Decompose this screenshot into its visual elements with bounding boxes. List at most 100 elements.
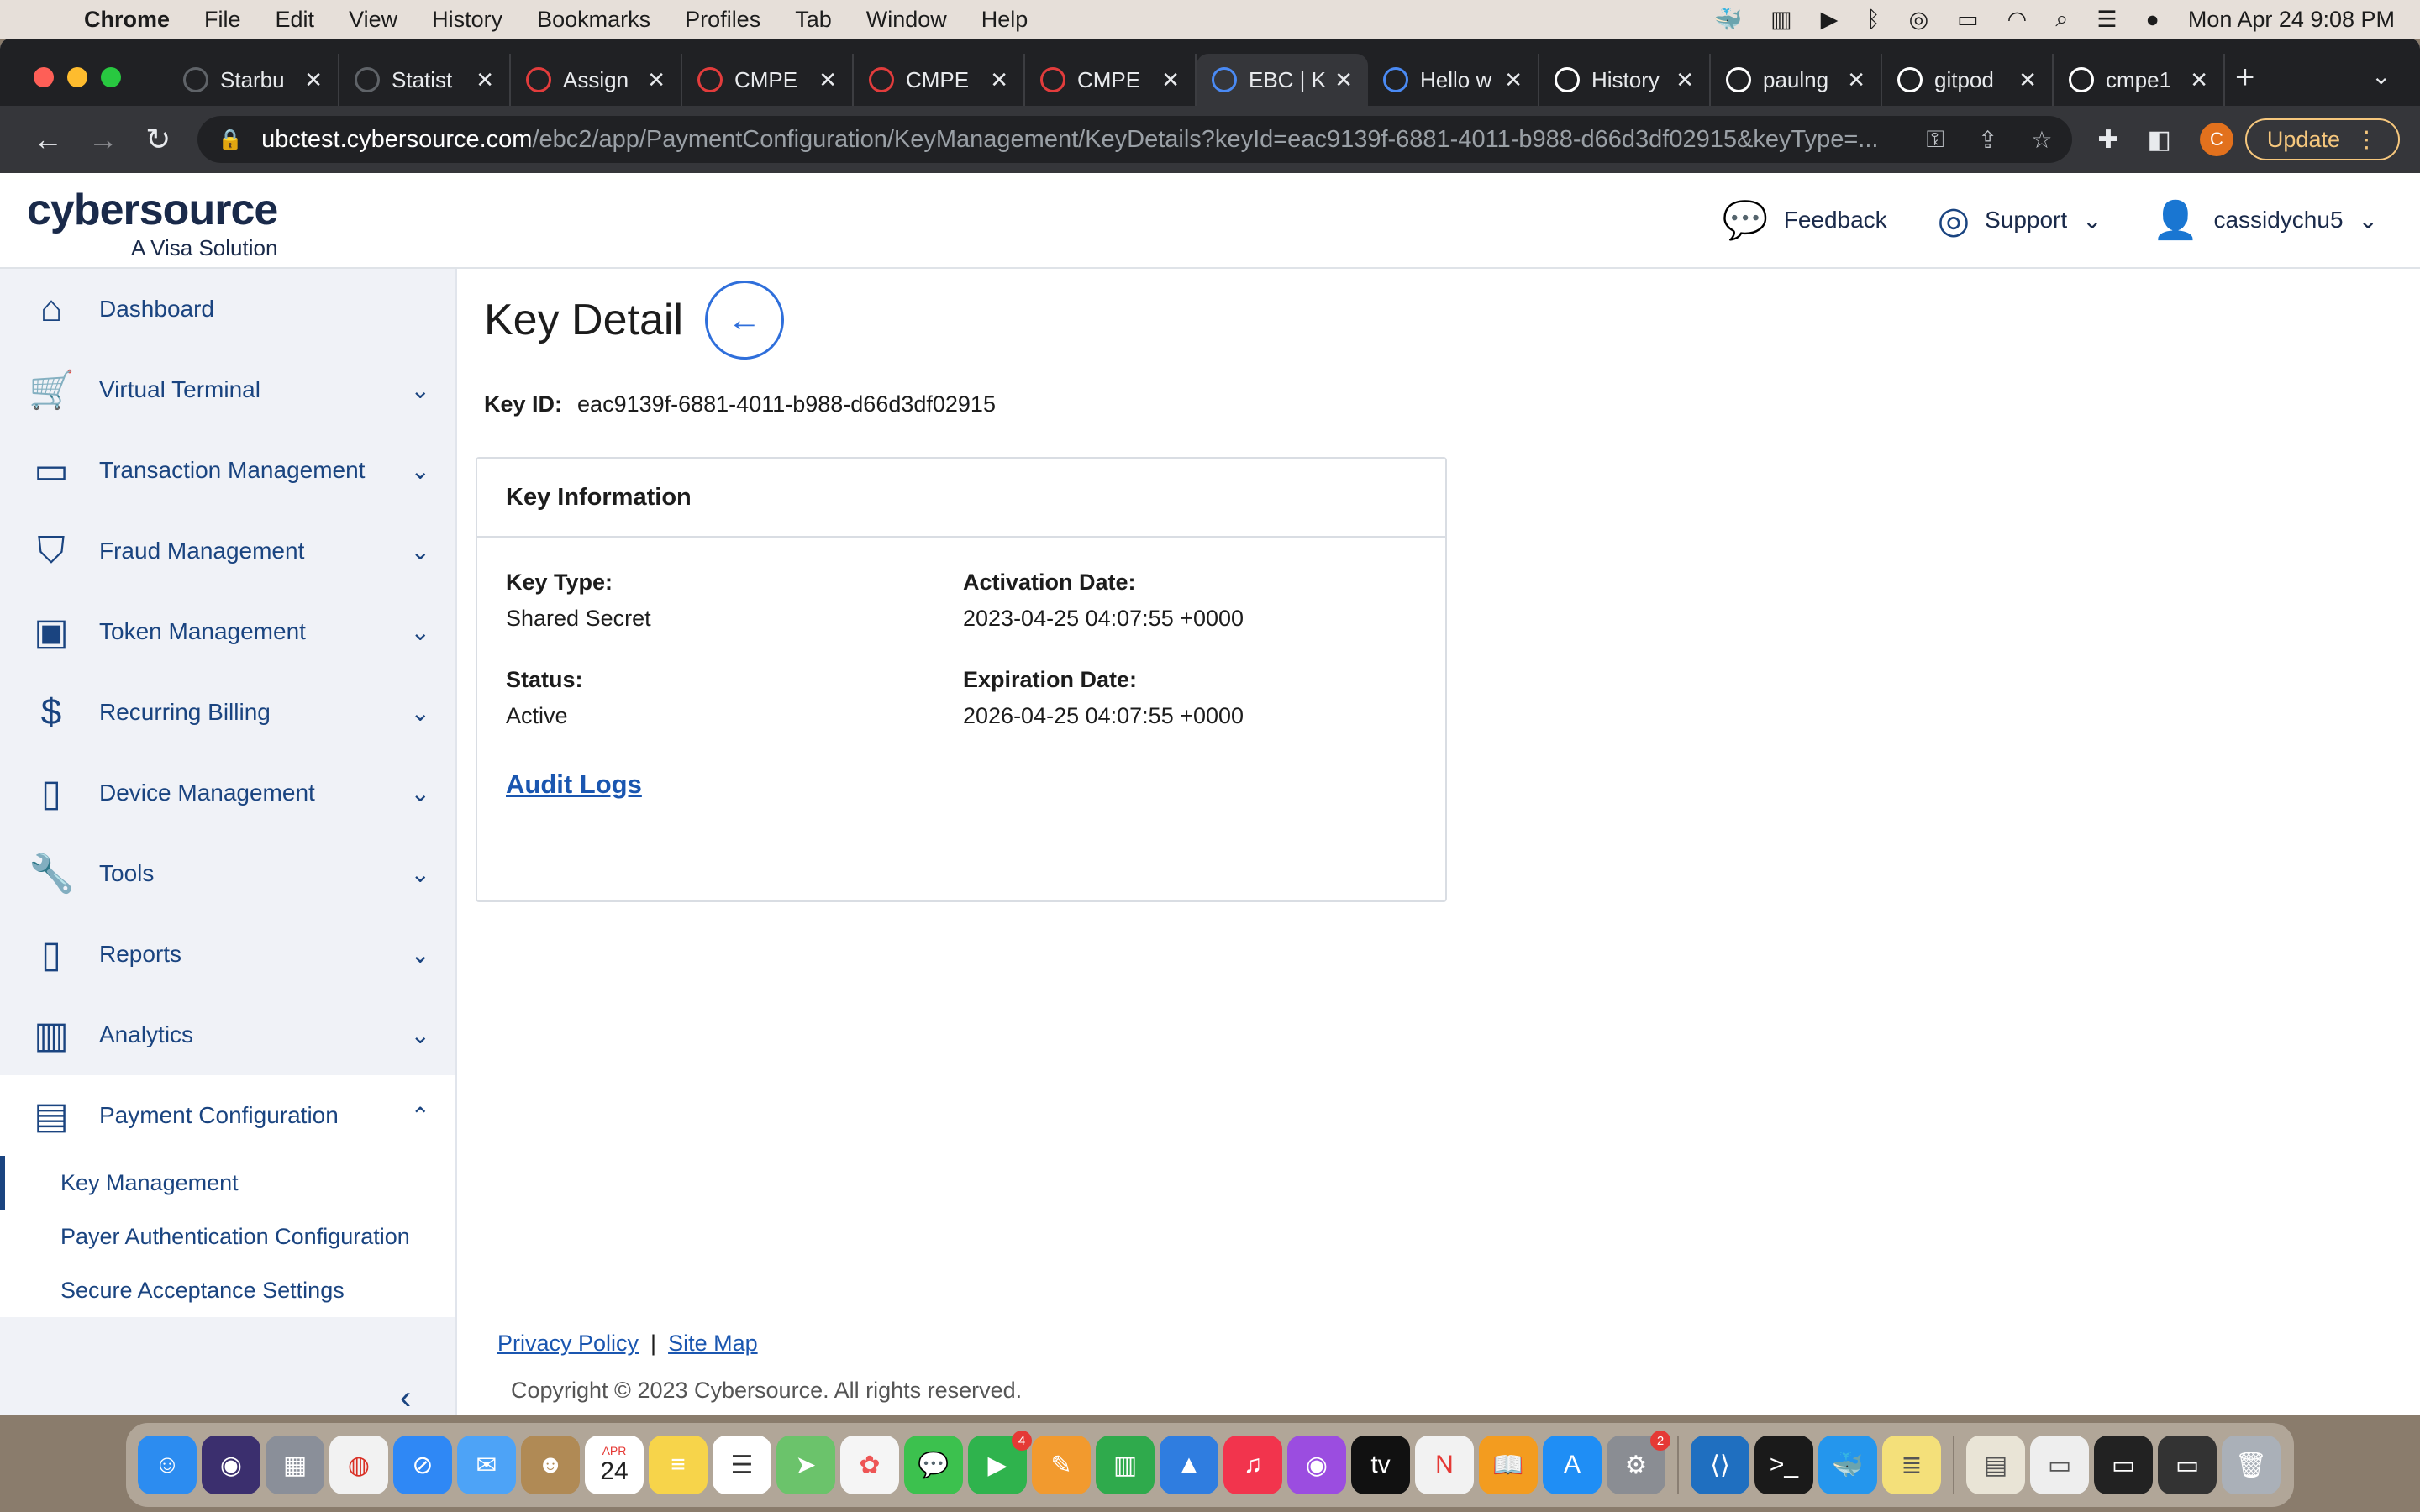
photos-icon[interactable]: ✿ [840,1436,899,1494]
back-arrow-icon[interactable]: ← [20,122,76,157]
battery-icon[interactable]: ▭ [1957,7,1979,33]
browser-tab[interactable]: Hello w ✕ [1368,54,1539,106]
menubar-clock[interactable]: Mon Apr 24 9:08 PM [2188,7,2395,33]
siri-dock-icon[interactable]: ◉ [202,1436,260,1494]
minimize-window-button[interactable] [67,67,87,87]
close-tab-icon[interactable]: ✕ [1334,67,1353,93]
browser-tab[interactable]: gitpod ✕ [1882,54,2054,106]
docker-dock-icon[interactable]: 🐳 [1818,1436,1877,1494]
stickies-icon[interactable]: ≣ [1882,1436,1941,1494]
terminal-icon[interactable]: >_ [1754,1436,1813,1494]
apple-tv-icon[interactable]: tv [1351,1436,1410,1494]
docker-status-icon[interactable]: 🐳 [1713,6,1742,33]
sidebar-item-token-management[interactable]: ▣ Token Management ⌄ [0,591,455,672]
browser-tab[interactable]: paulng ✕ [1711,54,1882,106]
sidebar-item-fraud-management[interactable]: ⛉ Fraud Management ⌄ [0,511,455,591]
sidebar-item-recurring-billing[interactable]: $ Recurring Billing ⌄ [0,672,455,753]
close-tab-icon[interactable]: ✕ [647,67,666,93]
sidebar-item-payment-configuration[interactable]: ▤ Payment Configuration ⌃ [0,1075,455,1156]
reload-icon[interactable]: ↻ [130,122,186,157]
maps-icon[interactable]: ➤ [776,1436,835,1494]
back-button[interactable]: ← [705,281,784,360]
close-tab-icon[interactable]: ✕ [1847,67,1865,93]
close-tab-icon[interactable]: ✕ [2190,67,2208,93]
finder-icon[interactable]: ☺ [138,1436,197,1494]
numbers-icon[interactable]: ▥ [1096,1436,1155,1494]
safari-icon[interactable]: ⊘ [393,1436,452,1494]
browser-tab[interactable]: EBC | K ✕ [1197,54,1368,106]
new-tab-button[interactable]: + [2235,59,2254,97]
menu-file[interactable]: File [204,7,241,33]
subnav-payer-authentication[interactable]: Payer Authentication Configuration [0,1210,455,1263]
chrome-dock-icon[interactable]: ◍ [329,1436,388,1494]
browser-tab[interactable]: cmpe1 ✕ [2054,54,2225,106]
close-tab-icon[interactable]: ✕ [990,67,1008,93]
pages-icon[interactable]: ✎ [1032,1436,1091,1494]
menu-edit[interactable]: Edit [276,7,315,33]
collapse-sidebar-chevron-icon[interactable]: ‹ [400,1379,411,1415]
siri-icon[interactable]: ● [2146,7,2160,33]
mail-icon[interactable]: ✉ [457,1436,516,1494]
forward-arrow-icon[interactable]: → [76,122,131,157]
trash-icon[interactable]: 🗑 [2222,1436,2281,1494]
update-button[interactable]: Update ⋮ [2244,118,2400,160]
user-menu[interactable]: 👤 cassidychu5 ⌄ [2153,198,2378,242]
sidebar-item-device-management[interactable]: ▯ Device Management ⌄ [0,753,455,833]
reminders-icon[interactable]: ☰ [713,1436,771,1494]
contacts-icon[interactable]: ☻ [521,1436,580,1494]
cybersource-logo[interactable]: cybersource A Visa Solution [27,185,278,260]
podcasts-icon[interactable]: ◉ [1287,1436,1346,1494]
sidebar-item-transaction-management[interactable]: ▭ Transaction Management ⌄ [0,430,455,511]
lock-icon[interactable]: 🔒 [218,128,243,152]
app-store-icon[interactable]: A [1543,1436,1602,1494]
sidebar-item-reports[interactable]: ▯ Reports ⌄ [0,914,455,995]
launchpad-icon[interactable]: ▦ [266,1436,324,1494]
side-panel-icon[interactable]: ◧ [2148,125,2171,155]
recent-window-icon[interactable]: ▭ [2158,1436,2217,1494]
profile-avatar[interactable]: C [2199,123,2233,156]
key-icon[interactable]: ⚿ [1927,126,1944,154]
recent-window-icon[interactable]: ▭ [2030,1436,2089,1494]
browser-tab[interactable]: History ✕ [1539,54,1711,106]
share-icon[interactable]: ⇪ [1978,126,1997,154]
sidebar-item-virtual-terminal[interactable]: 🛒 Virtual Terminal ⌄ [0,349,455,430]
extensions-puzzle-icon[interactable]: ✚ [2097,125,2118,155]
subnav-key-management[interactable]: Key Management [0,1156,455,1210]
bookmark-star-icon[interactable]: ☆ [2031,126,2052,154]
sidebar-item-analytics[interactable]: ▥ Analytics ⌄ [0,995,455,1075]
facetime-icon[interactable]: ▶ 4 [968,1431,1032,1494]
airdrop-icon[interactable]: ◎ [1909,7,1929,33]
address-bar[interactable]: 🔒 ubctest.cybersource.com /ebc2/app/Paym… [197,116,2073,163]
browser-tab[interactable]: Assign ✕ [511,54,682,106]
close-tab-icon[interactable]: ✕ [1161,67,1180,93]
close-tab-icon[interactable]: ✕ [1676,67,1694,93]
menu-tab[interactable]: Tab [795,7,832,33]
close-tab-icon[interactable]: ✕ [304,67,323,93]
audit-logs-link[interactable]: Audit Logs [506,769,642,800]
notes-icon[interactable]: ≡ [649,1436,708,1494]
feedback-button[interactable]: 💬 Feedback [1723,198,1887,242]
vscode-icon[interactable]: ⟨⟩ [1691,1436,1749,1494]
music-icon[interactable]: ♫ [1223,1436,1282,1494]
close-tab-icon[interactable]: ✕ [1504,67,1523,93]
browser-tab[interactable]: Starbu ✕ [168,54,339,106]
messages-icon[interactable]: 💬 [904,1436,963,1494]
keynote-icon[interactable]: ▲ [1160,1436,1218,1494]
menu-view[interactable]: View [349,7,397,33]
close-tab-icon[interactable]: ✕ [476,67,494,93]
site-map-link[interactable]: Site Map [668,1331,758,1356]
news-icon[interactable]: N [1415,1436,1474,1494]
calendar-icon[interactable]: APR 24 [585,1436,644,1494]
more-menu-icon[interactable]: ⋮ [2355,127,2378,153]
play-status-icon[interactable]: ▶ [1821,7,1839,33]
spotlight-search-icon[interactable]: ⌕ [2055,6,2068,33]
close-tab-icon[interactable]: ✕ [2018,67,2037,93]
privacy-policy-link[interactable]: Privacy Policy [497,1331,639,1356]
wifi-icon[interactable]: ◠ [2007,7,2028,33]
close-tab-icon[interactable]: ✕ [818,67,837,93]
recent-document-icon[interactable]: ▤ [1966,1436,2025,1494]
menu-history[interactable]: History [432,7,502,33]
menu-profiles[interactable]: Profiles [685,7,760,33]
control-center-icon[interactable]: ☰ [2096,7,2117,33]
menu-window[interactable]: Window [866,7,947,33]
